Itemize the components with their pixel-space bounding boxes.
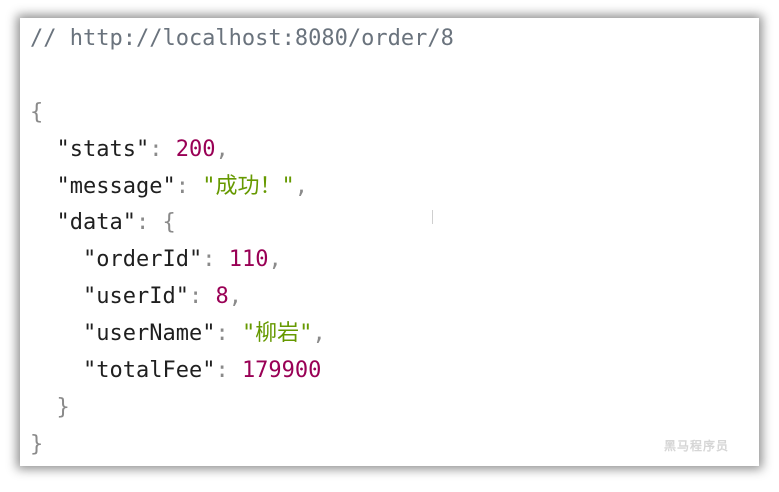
stats-value: 200 [175,136,216,162]
data-close-brace-line: } [30,390,454,427]
userId-key: "userId" [82,284,189,310]
stats-line: "stats": 200, [30,132,454,169]
open-brace-line: { [30,95,454,132]
orderId-line: "orderId": 110, [30,242,454,279]
close-brace-line: } [30,427,454,464]
userName-key: "userName" [82,321,216,347]
data-close-brace: } [56,394,70,420]
watermark-logo: 黑马程序员 [663,439,729,453]
data-line: "data": { [30,205,454,242]
message-value: "成功！" [202,173,295,199]
orderId-key: "orderId" [82,247,203,273]
comma: , [268,247,282,273]
code-panel: // http://localhost:8080/order/8 { "stats… [20,18,759,466]
colon: : [175,173,203,199]
userId-value: 8 [215,284,229,310]
orderId-value: 110 [228,247,269,273]
comma: , [312,321,326,347]
url-comment: // http://localhost:8080/order/8 [30,26,454,51]
data-key: "data" [56,210,136,236]
close-brace: } [30,431,44,457]
message-line: "message": "成功！", [30,169,454,206]
colon: : [202,247,229,273]
text-cursor-icon [432,210,439,224]
json-response-code: // http://localhost:8080/order/8 { "stats… [30,21,454,464]
comma: , [228,284,242,310]
userName-line: "userName": "柳岩", [30,316,454,353]
comma: , [294,173,308,199]
url-comment-line: // http://localhost:8080/order/8 [30,21,454,58]
colon: : [149,136,176,162]
open-brace: { [30,99,44,125]
colon: : [188,284,216,310]
userId-line: "userId": 8, [30,279,454,316]
data-open-brace: { [162,210,176,236]
totalFee-value: 179900 [241,358,322,384]
totalFee-key: "totalFee" [82,358,216,384]
colon: : [135,210,163,236]
comma: , [215,136,229,162]
colon: : [215,321,242,347]
totalFee-line: "totalFee": 179900 [30,353,454,390]
colon: : [215,358,242,384]
userName-value: "柳岩" [241,321,313,347]
stats-key: "stats" [56,136,150,162]
message-key: "message" [56,173,176,199]
